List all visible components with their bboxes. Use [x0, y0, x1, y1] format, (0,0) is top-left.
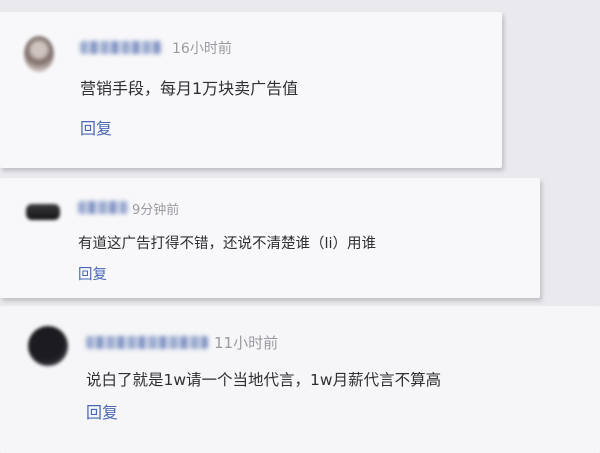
- comment-time: 16小时前: [172, 41, 232, 57]
- comment-text: 说白了就是1w请一个当地代言，1w月薪代言不算高: [86, 371, 442, 389]
- comment-time: 9分钟前: [132, 203, 180, 218]
- username-blurred[interactable]: [80, 41, 162, 54]
- avatar[interactable]: [26, 204, 60, 220]
- reply-button[interactable]: 回复: [78, 263, 107, 284]
- comment-text: 有道这广告打得不错，还说不清楚谁（li）用谁: [78, 236, 377, 252]
- avatar[interactable]: [28, 326, 68, 366]
- avatar[interactable]: [24, 36, 54, 72]
- username-blurred[interactable]: [86, 336, 208, 349]
- reply-button[interactable]: 回复: [80, 115, 112, 139]
- comment-text: 营销手段，每月1万块卖广告值: [80, 79, 299, 98]
- reply-button[interactable]: 回复: [86, 399, 118, 423]
- username-blurred[interactable]: [78, 201, 128, 214]
- comment-time: 11小时前: [214, 334, 279, 352]
